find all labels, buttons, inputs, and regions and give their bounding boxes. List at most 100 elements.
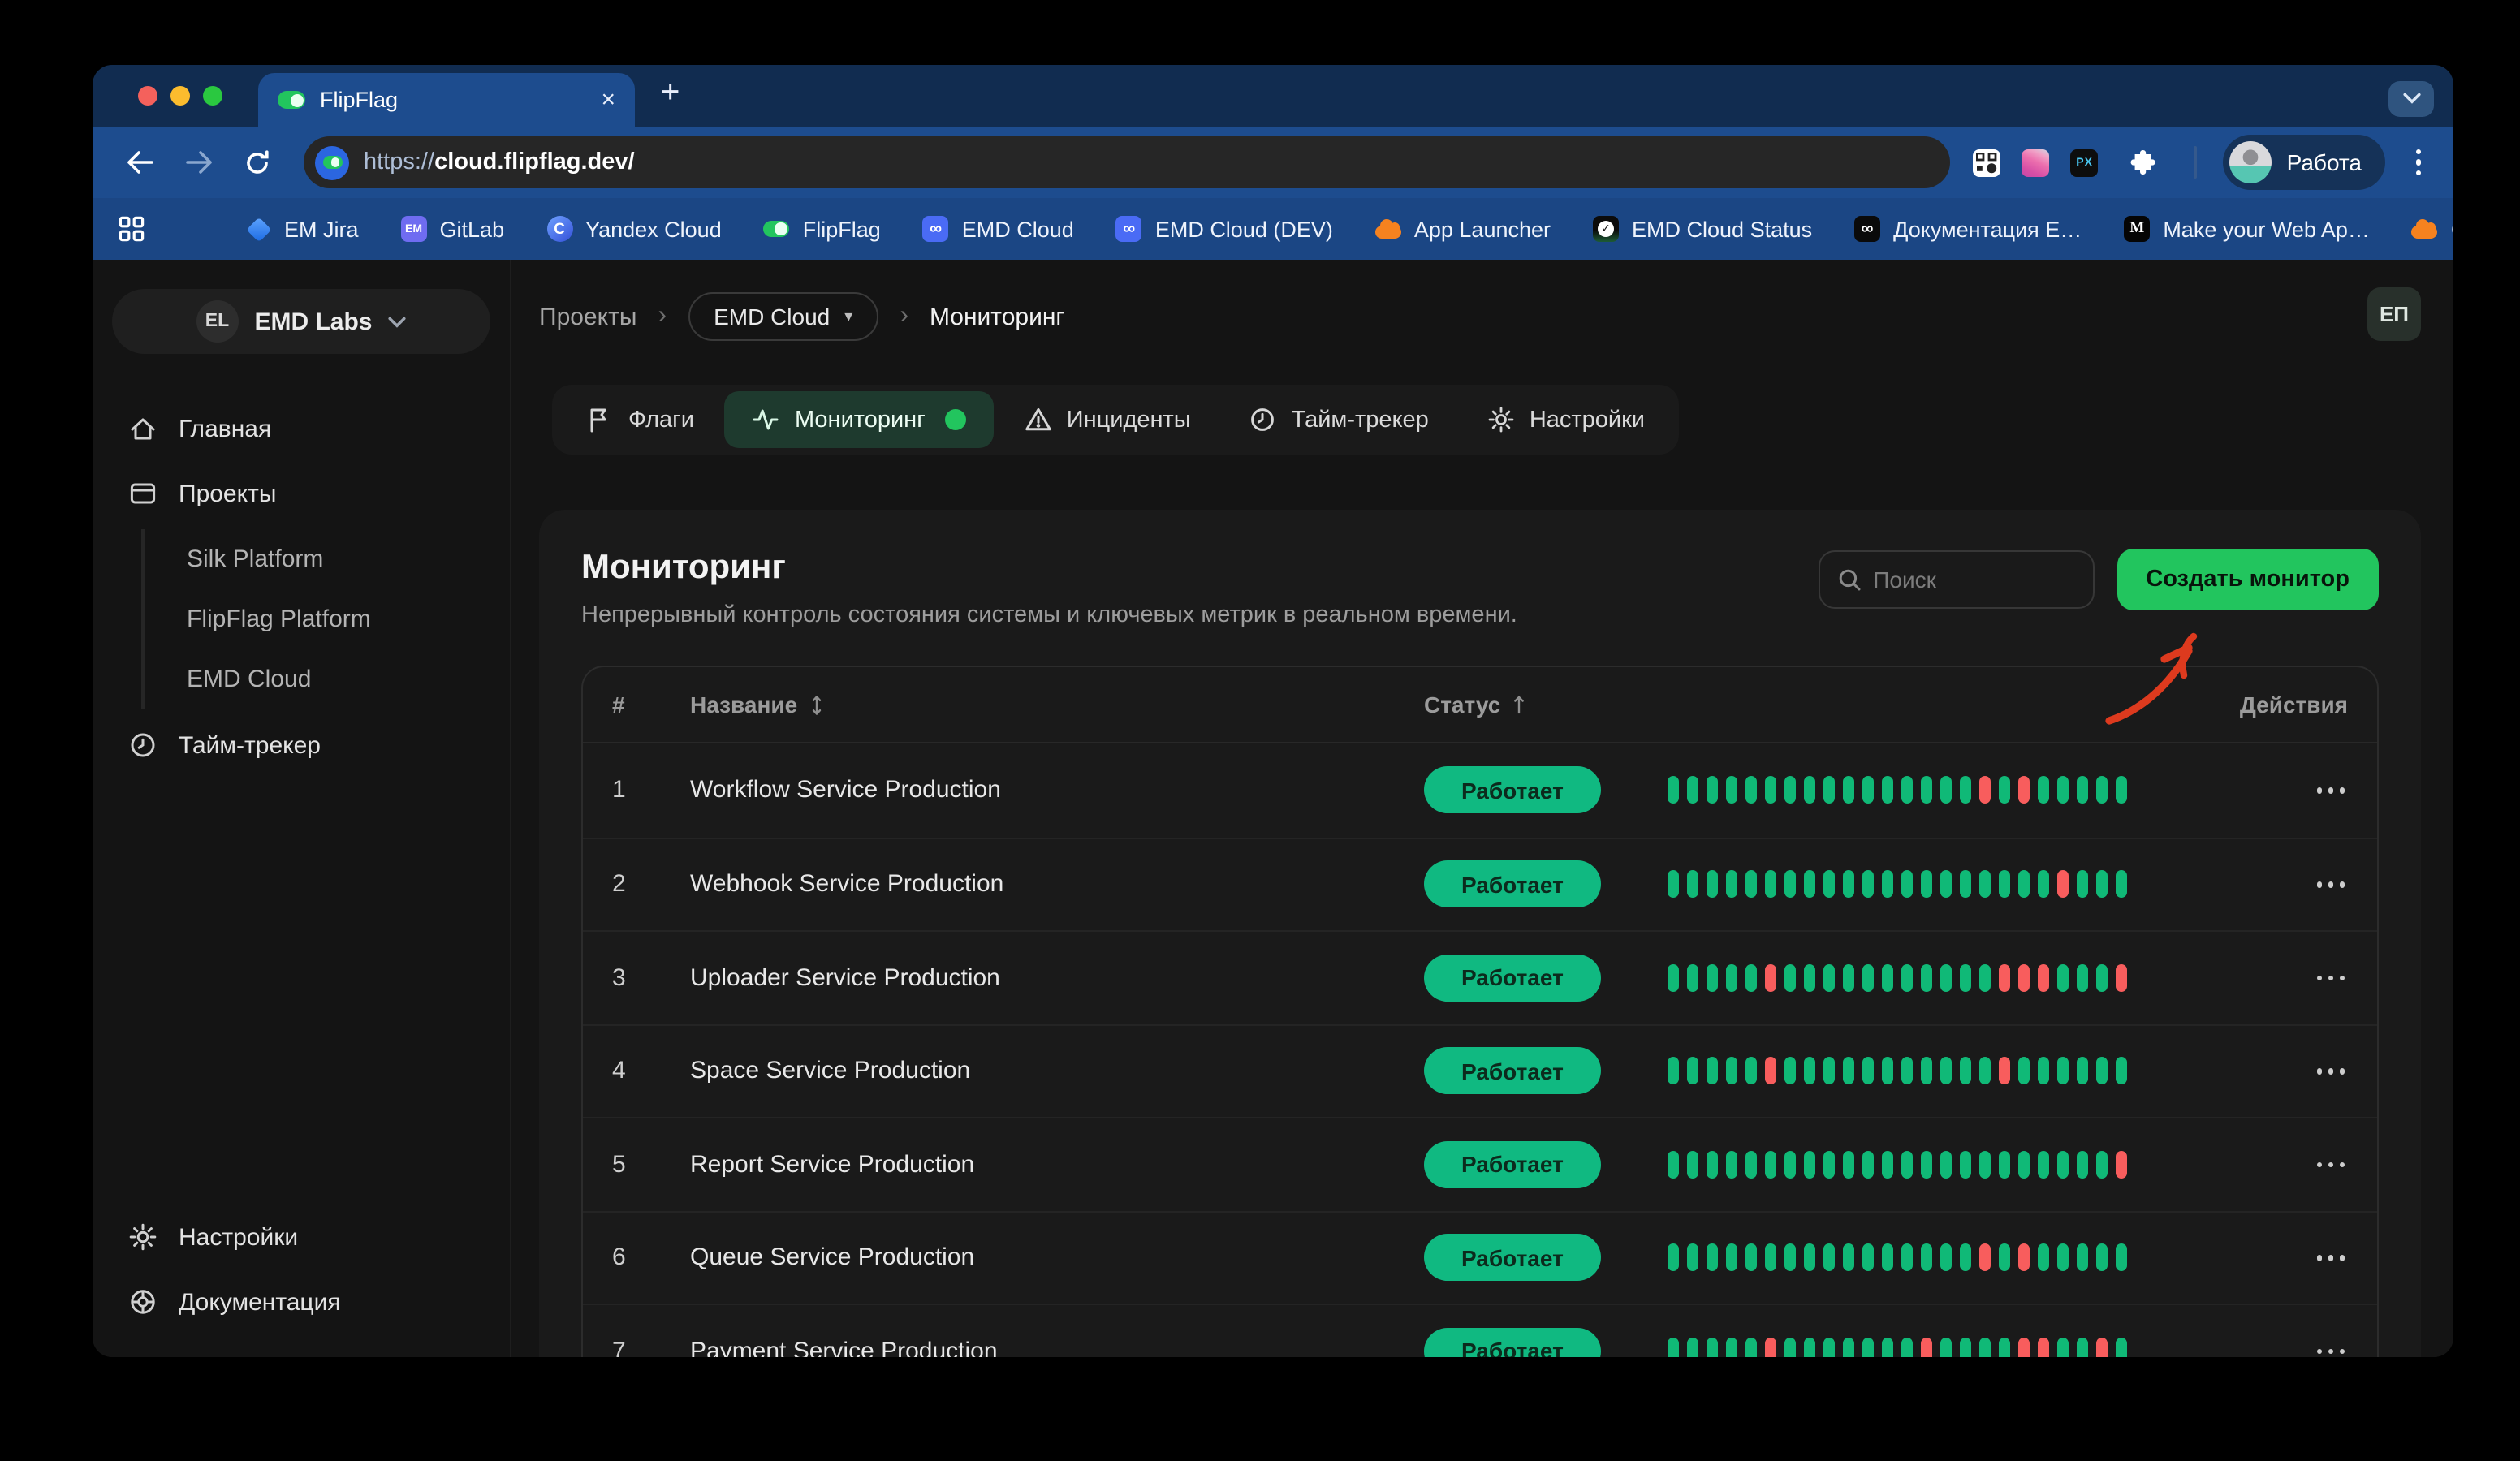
tab-monitoring[interactable]: Мониторинг	[725, 391, 994, 448]
uptime-segment-fail	[2038, 1338, 2049, 1358]
uptime-segment-ok	[1804, 1244, 1815, 1272]
row-actions-button[interactable]	[2313, 1245, 2348, 1270]
uptime-segment-ok	[1901, 1058, 1913, 1085]
flipflag-favicon-icon	[278, 91, 305, 109]
bookmark-item[interactable]: Cloudflare | Web P…	[2412, 216, 2453, 242]
uptime-segment-ok	[1687, 1338, 1698, 1358]
px-extension-icon[interactable]: PX	[2071, 149, 2099, 176]
bookmark-item[interactable]: ∞ Документация E…	[1854, 216, 2082, 242]
search-box[interactable]	[1818, 550, 2094, 609]
sidebar-item-settings[interactable]: Настройки	[112, 1205, 490, 1269]
uptime-segment-ok	[1687, 871, 1698, 899]
search-input[interactable]	[1873, 567, 2074, 593]
bookmark-label: App Launcher	[1414, 217, 1551, 241]
sidebar-item-docs[interactable]: Документация	[112, 1269, 490, 1334]
bookmark-item[interactable]: App Launcher	[1375, 216, 1551, 242]
column-header-label: Статус	[1424, 692, 1500, 718]
new-tab-button[interactable]: +	[661, 67, 680, 120]
close-window-button[interactable]	[138, 86, 158, 106]
uptime-segment-ok	[2038, 871, 2049, 899]
column-header-name[interactable]: Название	[690, 692, 1424, 718]
bookmark-item[interactable]: EMGitLab	[401, 216, 505, 242]
breadcrumb-project-label: EMD Cloud	[714, 304, 830, 330]
breadcrumb-root[interactable]: Проекты	[539, 303, 636, 330]
breadcrumb-project-selector[interactable]: EMD Cloud ▾	[688, 292, 878, 341]
uptime-segment-ok	[1862, 1338, 1874, 1358]
uptime-segment-ok	[1804, 777, 1815, 804]
uptime-segment-ok	[1882, 777, 1893, 804]
row-actions-button[interactable]	[2313, 872, 2348, 897]
sidebar-item-silk-platform[interactable]: Silk Platform	[145, 529, 490, 589]
uptime-segment-ok	[1921, 964, 1932, 992]
uptime-segment-ok	[1843, 1151, 1854, 1179]
uptime-segment-ok	[1804, 1338, 1815, 1358]
emd-dark-icon: ∞	[1854, 216, 1880, 242]
url-bar[interactable]: https://cloud.flipflag.dev/	[304, 136, 1951, 188]
browser-menu-button[interactable]	[2406, 149, 2431, 176]
apps-grid-button[interactable]	[119, 213, 145, 245]
uptime-segment-ok	[1960, 1244, 1971, 1272]
sidebar-projects-group: Silk Platform FlipFlag Platform EMD Clou…	[141, 529, 490, 709]
uptime-segment-ok	[1668, 1244, 1679, 1272]
forward-button[interactable]	[174, 138, 222, 187]
bookmark-label: Документация E…	[1893, 217, 2082, 241]
row-actions-button[interactable]	[2313, 778, 2348, 803]
tab-search-button[interactable]	[2388, 81, 2434, 117]
column-header-status[interactable]: Статус	[1424, 692, 1668, 718]
tab-flags[interactable]: Флаги	[559, 391, 722, 448]
tab-close-icon[interactable]: ×	[601, 88, 615, 112]
reload-button[interactable]	[232, 138, 281, 187]
uptime-segment-ok	[2057, 1244, 2069, 1272]
uptime-segment-ok	[1707, 1338, 1718, 1358]
page-tabs-row: Флаги Мониторинг Инциденты	[552, 385, 2421, 455]
bookmark-item[interactable]: MMake your Web Ap…	[2124, 216, 2370, 242]
extensions-puzzle-button[interactable]	[2120, 138, 2168, 187]
uptime-segment-ok	[1726, 1338, 1737, 1358]
qr-extension-icon[interactable]	[1974, 149, 2001, 176]
uptime-segment-ok	[2116, 1058, 2127, 1085]
uptime-segment-ok	[1940, 871, 1952, 899]
sidebar-item-emd-cloud[interactable]: EMD Cloud	[145, 649, 490, 709]
bookmark-item[interactable]: ∞EMD Cloud (DEV)	[1116, 216, 1333, 242]
row-actions-button[interactable]	[2313, 965, 2348, 990]
table-body: 1Workflow Service ProductionРаботает2Web…	[583, 743, 2377, 1357]
bookmark-item[interactable]: FlipFlag	[764, 216, 881, 242]
uptime-segment-ok	[1843, 777, 1854, 804]
row-actions-button[interactable]	[2313, 1152, 2348, 1177]
maximize-window-button[interactable]	[203, 86, 222, 106]
uptime-segment-ok	[1862, 964, 1874, 992]
uptime-segment-ok	[1765, 777, 1776, 804]
url-protocol: https://	[364, 149, 434, 175]
tab-settings[interactable]: Настройки	[1460, 391, 1672, 448]
row-actions-button[interactable]	[2313, 1338, 2348, 1357]
user-avatar-badge[interactable]: ЕП	[2367, 287, 2421, 341]
pink-extension-icon[interactable]	[2022, 149, 2050, 176]
uptime-segment-ok	[1784, 964, 1796, 992]
bookmark-label: FlipFlag	[803, 217, 881, 241]
row-actions-button[interactable]	[2313, 1058, 2348, 1084]
emd-icon: ∞	[923, 216, 949, 242]
sidebar-item-time-tracker[interactable]: Тайм-трекер	[112, 713, 490, 778]
bookmark-label: EMD Cloud Status	[1632, 217, 1812, 241]
bookmark-item[interactable]: EMD Cloud Status	[1593, 216, 1812, 242]
sidebar-item-flipflag-platform[interactable]: FlipFlag Platform	[145, 589, 490, 649]
browser-tab[interactable]: FlipFlag ×	[258, 73, 635, 127]
profile-chip[interactable]: Работа	[2224, 135, 2384, 190]
uptime-segment-ok	[1726, 777, 1737, 804]
workspace-switcher[interactable]: EL EMD Labs	[112, 289, 490, 354]
monitor-name: Workflow Service Production	[690, 777, 1424, 804]
row-number: 2	[612, 871, 690, 899]
sidebar-item-projects[interactable]: Проекты	[112, 461, 490, 526]
tab-time-tracker[interactable]: Тайм-трекер	[1222, 391, 1456, 448]
sidebar-item-home[interactable]: Главная	[112, 396, 490, 461]
tab-incidents[interactable]: Инциденты	[997, 391, 1219, 448]
create-monitor-button[interactable]: Создать монитор	[2117, 549, 2379, 610]
back-button[interactable]	[115, 138, 164, 187]
tab-label: Настройки	[1530, 407, 1645, 433]
uptime-segment-ok	[2116, 1338, 2127, 1358]
minimize-window-button[interactable]	[170, 86, 190, 106]
bookmark-item[interactable]: EM Jira	[245, 216, 359, 242]
uptime-segment-ok	[1921, 1244, 1932, 1272]
bookmark-item[interactable]: ∞EMD Cloud	[923, 216, 1074, 242]
bookmark-item[interactable]: CYandex Cloud	[546, 216, 722, 242]
